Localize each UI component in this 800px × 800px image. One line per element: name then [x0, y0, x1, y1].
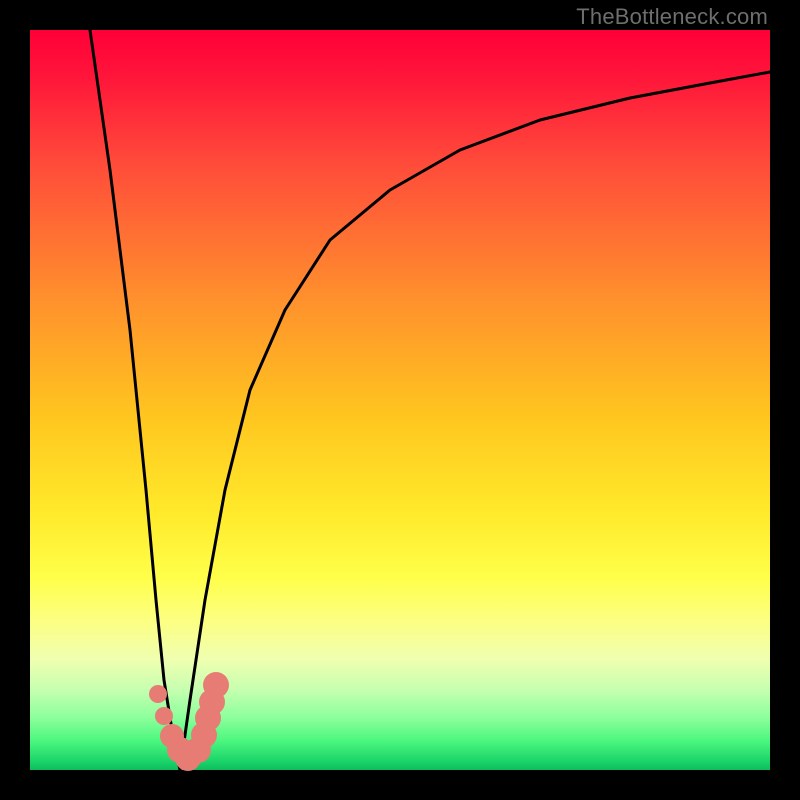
data-marker — [155, 707, 173, 725]
chart-frame: TheBottleneck.com — [0, 0, 800, 800]
chart-overlay — [30, 30, 770, 770]
data-marker — [203, 672, 229, 698]
watermark-text: TheBottleneck.com — [576, 4, 768, 30]
data-marker — [149, 685, 167, 703]
plot-area — [30, 30, 770, 770]
curve-lines — [90, 30, 770, 770]
bottleneck-curve — [90, 30, 770, 770]
marker-dots — [149, 672, 229, 771]
